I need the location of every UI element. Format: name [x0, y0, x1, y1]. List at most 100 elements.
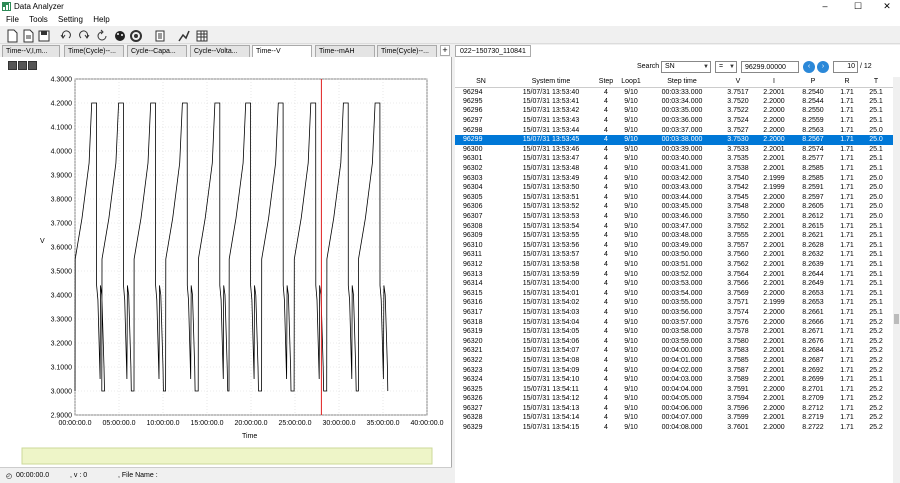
table-cell: 25.0 — [859, 134, 893, 145]
undo-icon[interactable] — [58, 28, 72, 42]
page-number-input[interactable]: 10 — [833, 61, 858, 73]
menu-help[interactable]: Help — [93, 14, 109, 26]
overview-band[interactable] — [21, 447, 433, 465]
table-row[interactable]: 96313 15/07/31 13:53:59 4 9/10 00:03:52.000 3… — [455, 269, 893, 279]
column-header[interactable]: System time — [507, 77, 595, 88]
data-table[interactable]: SN System time Step Loop1 Step time V I P R T 962… — [455, 77, 893, 483]
table-row[interactable]: 96329 15/07/31 13:54:15 4 9/10 00:04:08.000 3… — [455, 423, 893, 433]
open-file-icon[interactable] — [20, 28, 34, 43]
table-cell: 25.2 — [869, 366, 883, 374]
document-icon[interactable] — [152, 28, 166, 42]
table-row[interactable]: 96297 15/07/31 13:53:43 4 9/10 00:03:36.000 3… — [455, 116, 893, 126]
scrollbar-thumb[interactable] — [894, 314, 899, 324]
table-row[interactable]: 96317 15/07/31 13:54:03 4 9/10 00:03:56.000 3… — [455, 308, 893, 318]
table-row[interactable]: 96323 15/07/31 13:54:09 4 9/10 00:04:02.000 3… — [455, 365, 893, 375]
table-row[interactable]: 96325 15/07/31 13:54:11 4 9/10 00:04:04.000 3… — [455, 384, 893, 394]
cursor-icon[interactable] — [18, 61, 27, 70]
redo-icon[interactable] — [76, 28, 90, 42]
page-total: / 12 — [860, 63, 872, 70]
menu-tools[interactable]: Tools — [29, 14, 48, 26]
table-row[interactable]: 96300 15/07/31 13:53:46 4 9/10 00:03:39.000 3… — [455, 145, 893, 155]
column-header[interactable]: T — [859, 77, 893, 88]
line-chart-icon[interactable] — [176, 28, 190, 42]
table-row[interactable]: 96305 15/07/31 13:53:51 4 9/10 00:03:44.000 3… — [455, 193, 893, 203]
table-row[interactable]: 96302 15/07/31 13:53:48 4 9/10 00:03:41.000 3… — [455, 164, 893, 174]
table-scrollbar[interactable] — [893, 77, 900, 483]
save-icon[interactable] — [36, 28, 50, 42]
table-row[interactable]: 96312 15/07/31 13:53:58 4 9/10 00:03:51.000 3… — [455, 260, 893, 270]
column-header[interactable]: Step time — [645, 77, 719, 88]
table-cell: 96307 — [463, 213, 483, 221]
table-row[interactable]: 96328 15/07/31 13:54:14 4 9/10 00:04:07.000 3… — [455, 413, 893, 423]
tab-cycle-capa[interactable]: Cycle--Capa... — [127, 45, 187, 57]
column-header[interactable]: SN — [455, 77, 507, 88]
table-icon[interactable] — [194, 28, 208, 42]
menu-file[interactable]: File — [6, 14, 19, 26]
close-button[interactable]: ✕ — [872, 0, 900, 14]
column-header[interactable]: Loop1 — [617, 77, 645, 88]
table-cell: 1.71 — [840, 318, 854, 326]
add-tab-button[interactable]: + — [440, 45, 450, 56]
table-row[interactable]: 96315 15/07/31 13:54:01 4 9/10 00:03:54.000 3… — [455, 288, 893, 298]
table-row[interactable]: 96327 15/07/31 13:54:13 4 9/10 00:04:06.000 3… — [455, 404, 893, 414]
export-icon[interactable] — [28, 61, 37, 70]
column-header[interactable]: P — [791, 77, 835, 88]
voltage-chart[interactable]: 4.3000 4.2000 4.1000 4.0000 3.9000 3.8000 3.70… — [0, 73, 452, 483]
table-cell: 2.2000 — [763, 117, 785, 125]
minimize-button[interactable]: – — [810, 0, 840, 14]
table-row[interactable]: 96326 15/07/31 13:54:12 4 9/10 00:04:05.000 3… — [455, 394, 893, 404]
table-row[interactable]: 96301 15/07/31 13:53:47 4 9/10 00:03:40.000 3… — [455, 154, 893, 164]
table-row[interactable]: 96307 15/07/31 13:53:53 4 9/10 00:03:46.000 3… — [455, 212, 893, 222]
color-palette-icon[interactable] — [112, 28, 126, 42]
tab-time-mah[interactable]: Time--mAH — [315, 45, 375, 57]
refresh-icon[interactable] — [94, 28, 108, 42]
column-header[interactable]: V — [719, 77, 757, 88]
menu-setting[interactable]: Setting — [58, 14, 83, 26]
table-row[interactable]: 96310 15/07/31 13:53:56 4 9/10 00:03:49.000 3… — [455, 241, 893, 251]
maximize-button[interactable]: ☐ — [843, 0, 873, 14]
zoom-icon[interactable] — [8, 61, 17, 70]
table-cell: 00:04:07.000 — [661, 414, 703, 422]
table-cell: 8.2719 — [802, 414, 824, 422]
tab-cycle-volta[interactable]: Cycle--Volta... — [190, 45, 250, 57]
table-cell: 96321 — [463, 347, 483, 355]
table-row[interactable]: 96309 15/07/31 13:53:55 4 9/10 00:03:48.000 3… — [455, 231, 893, 241]
table-row[interactable]: 96303 15/07/31 13:53:49 4 9/10 00:03:42.000 3… — [455, 173, 893, 183]
search-field-select[interactable]: SN ▼ — [661, 61, 711, 73]
table-cell: 9/10 — [624, 97, 638, 105]
table-row[interactable]: 96308 15/07/31 13:53:54 4 9/10 00:03:47.000 3… — [455, 221, 893, 231]
table-row[interactable]: 96316 15/07/31 13:54:02 4 9/10 00:03:55.000 3… — [455, 298, 893, 308]
column-header[interactable]: Step — [595, 77, 617, 88]
tab-time-cycle[interactable]: Time(Cycle)--... — [64, 45, 124, 57]
table-row[interactable]: 96299 15/07/31 13:53:45 4 9/10 00:03:38.000 3… — [455, 134, 893, 145]
table-row[interactable]: 96306 15/07/31 13:53:52 4 9/10 00:03:45.000 3… — [455, 202, 893, 212]
tab-time-cycle-2[interactable]: Time(Cycle)--... — [377, 45, 437, 57]
table-row[interactable]: 96314 15/07/31 13:54:00 4 9/10 00:03:53.000 3… — [455, 279, 893, 289]
table-row[interactable]: 96304 15/07/31 13:53:50 4 9/10 00:03:43.000 3… — [455, 183, 893, 193]
column-header[interactable]: I — [757, 77, 791, 88]
search-value-input[interactable] — [741, 61, 799, 73]
table-row[interactable]: 96298 15/07/31 13:53:44 4 9/10 00:03:37.000 3… — [455, 125, 893, 135]
file-tab[interactable]: 022~150730_110841 — [455, 45, 531, 57]
table-row[interactable]: 96318 15/07/31 13:54:04 4 9/10 00:03:57.000 3… — [455, 317, 893, 327]
table-row[interactable]: 96321 15/07/31 13:54:07 4 9/10 00:04:00.000 3… — [455, 346, 893, 356]
settings-icon[interactable] — [128, 28, 142, 42]
table-cell: 00:03:56.000 — [661, 308, 703, 316]
table-row[interactable]: 96295 15/07/31 13:53:41 4 9/10 00:03:34.000 3… — [455, 97, 893, 107]
table-row[interactable]: 96320 15/07/31 13:54:06 4 9/10 00:03:59.000 3… — [455, 336, 893, 346]
table-row[interactable]: 96311 15/07/31 13:53:57 4 9/10 00:03:50.000 3… — [455, 250, 893, 260]
table-row[interactable]: 96324 15/07/31 13:54:10 4 9/10 00:04:03.000 3… — [455, 375, 893, 385]
y-tick-label: 4.2000 — [51, 101, 73, 108]
table-row[interactable]: 96319 15/07/31 13:54:05 4 9/10 00:03:58.000 3… — [455, 327, 893, 337]
table-cell: 96296 — [463, 107, 483, 115]
search-operator-select[interactable]: = ▼ — [715, 61, 737, 73]
search-prev-icon[interactable]: ‹ — [803, 61, 815, 73]
search-next-icon[interactable]: › — [817, 61, 829, 73]
column-header[interactable]: R — [835, 77, 859, 88]
table-row[interactable]: 96296 15/07/31 13:53:42 4 9/10 00:03:35.000 3… — [455, 106, 893, 116]
new-file-icon[interactable] — [4, 28, 18, 43]
tab-time-v-i-m[interactable]: Time--V,I,m... — [2, 45, 60, 57]
table-row[interactable]: 96322 15/07/31 13:54:08 4 9/10 00:04:01.000 3… — [455, 356, 893, 366]
table-cell: 9/10 — [624, 222, 638, 230]
table-row[interactable]: 96294 15/07/31 13:53:40 4 9/10 00:03:33.000 3… — [455, 87, 893, 97]
